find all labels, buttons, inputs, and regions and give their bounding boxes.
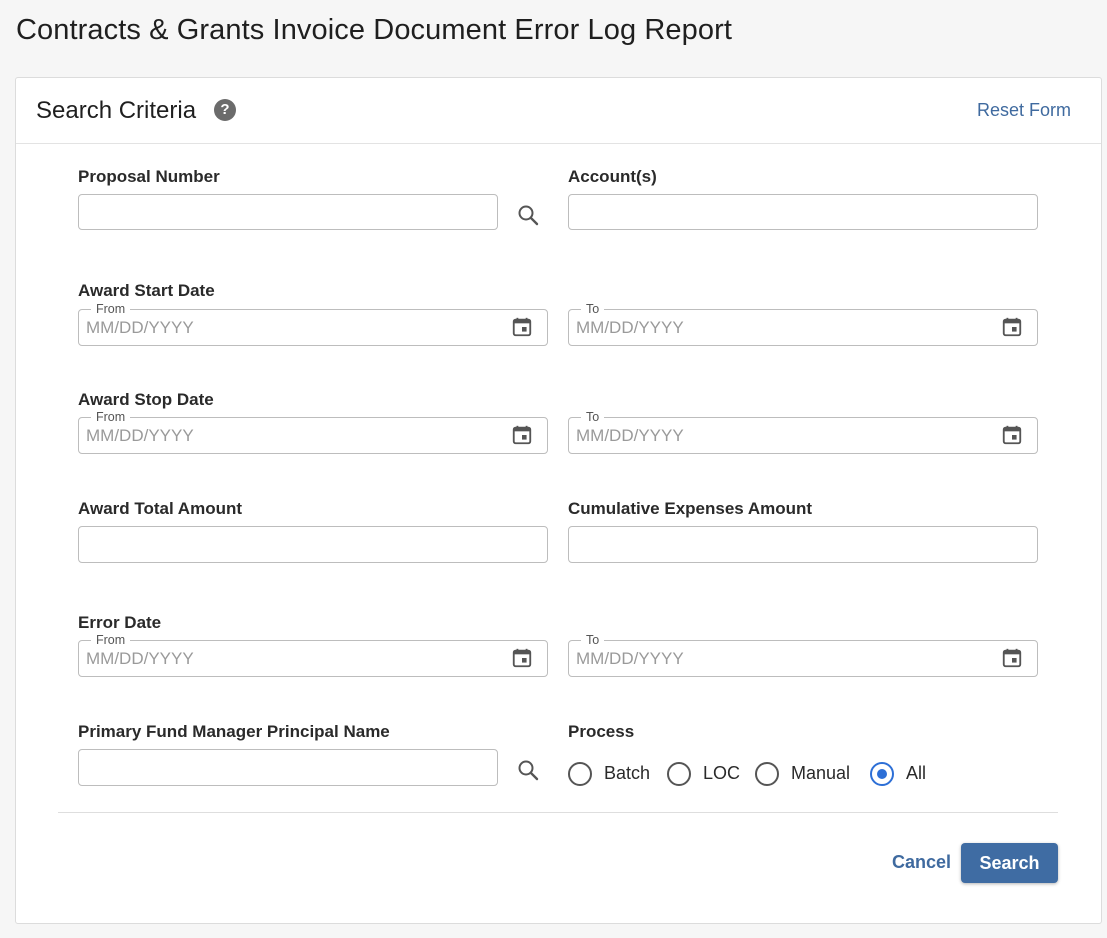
radio-label: All [906,763,927,783]
card-title: Search Criteria [36,97,197,124]
calendar-icon[interactable] [1001,424,1023,446]
radio-button-selected[interactable] [870,762,894,786]
error-date-to-field: To [568,633,1038,677]
award-start-date-to-field: To [568,302,1038,346]
error-date-from-field: From [78,633,548,677]
proposal-number-label: Proposal Number [78,167,220,186]
card-header: Search Criteria ? Reset Form [16,78,1101,144]
reset-form-link[interactable]: Reset Form [977,100,1071,121]
error-date-label: Error Date [78,613,162,632]
radio-button[interactable] [755,762,779,786]
award-start-date-from-field: From [78,302,548,346]
calendar-icon[interactable] [511,647,533,669]
question-circle-icon[interactable]: ? [214,99,236,121]
cumulative-expenses-amount-input[interactable] [568,526,1038,563]
page-title: Contracts & Grants Invoice Document Erro… [16,14,732,46]
divider [58,812,1058,813]
radio-label: LOC [703,763,741,783]
primary-fund-manager-search-icon[interactable] [516,758,540,782]
award-stop-date-to-field: To [568,410,1038,454]
cancel-button[interactable]: Cancel [892,852,951,873]
proposal-number-search-icon[interactable] [516,203,540,227]
calendar-icon[interactable] [1001,647,1023,669]
award-start-date-from-input[interactable] [80,311,512,344]
search-button[interactable]: Search [961,843,1058,883]
primary-fund-manager-label: Primary Fund Manager Principal Name [78,722,390,741]
radio-label: Manual [791,763,851,783]
primary-fund-manager-input[interactable] [78,749,498,786]
award-stop-date-from-input[interactable] [80,419,512,452]
award-stop-date-to-input[interactable] [570,419,1002,452]
search-criteria-card: Search Criteria ? Reset Form Proposal Nu… [15,77,1102,924]
award-total-amount-label: Award Total Amount [78,499,243,518]
radio-label: Batch [604,763,651,783]
error-date-to-input[interactable] [570,642,1002,675]
award-total-amount-input[interactable] [78,526,548,563]
award-start-date-to-input[interactable] [570,311,1002,344]
award-stop-date-label: Award Stop Date [78,390,214,409]
accounts-input[interactable] [568,194,1038,230]
award-start-date-label: Award Start Date [78,281,215,300]
process-label: Process [568,722,635,741]
radio-selected-dot [877,769,887,779]
calendar-icon[interactable] [1001,316,1023,338]
radio-button[interactable] [667,762,691,786]
error-date-from-input[interactable] [80,642,512,675]
proposal-number-input[interactable] [78,194,498,230]
calendar-icon[interactable] [511,424,533,446]
cumulative-expenses-amount-label: Cumulative Expenses Amount [568,499,813,518]
accounts-label: Account(s) [568,167,657,186]
radio-button[interactable] [568,762,592,786]
award-stop-date-from-field: From [78,410,548,454]
calendar-icon[interactable] [511,316,533,338]
